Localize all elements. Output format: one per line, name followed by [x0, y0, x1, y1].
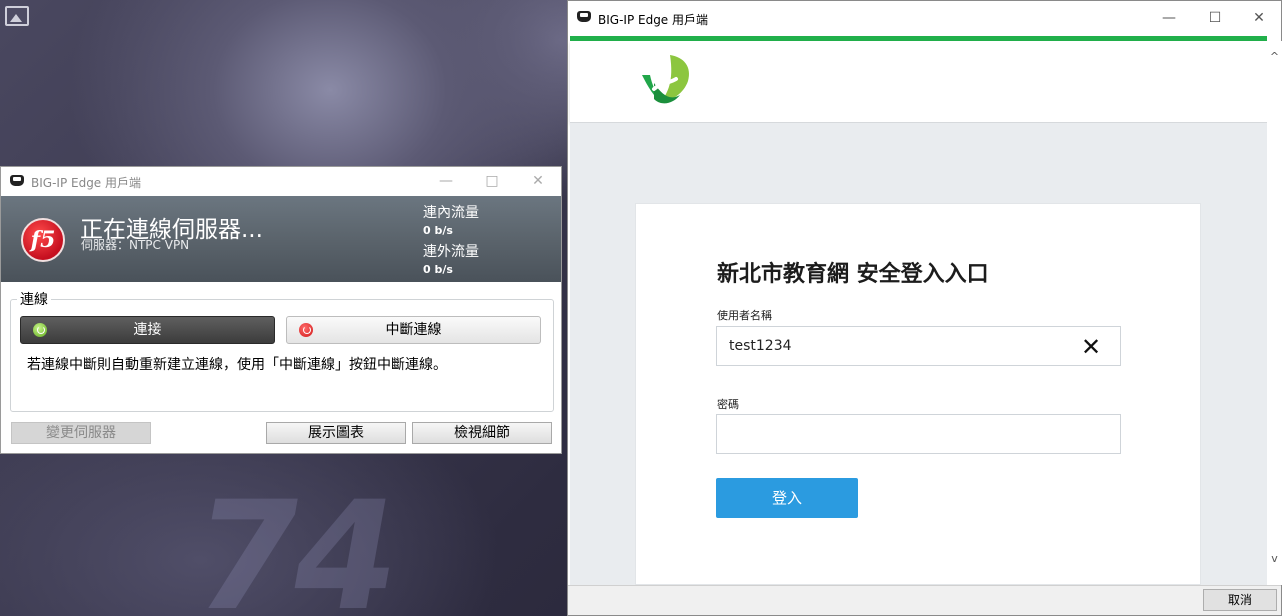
password-label: 密碼	[717, 398, 739, 411]
minimize-button[interactable]: —	[423, 167, 469, 196]
app-icon	[577, 11, 591, 22]
image-icon[interactable]	[5, 6, 29, 26]
site-header	[570, 41, 1267, 123]
maximize-button[interactable]: ☐	[1192, 1, 1238, 35]
view-details-button[interactable]: 檢視細節	[412, 422, 552, 444]
scroll-up-icon[interactable]: ^	[1267, 49, 1282, 65]
ntpc-edu-logo	[642, 55, 690, 104]
title-bar[interactable]: BIG-IP Edge 用戶端 — □ ✕	[1, 167, 561, 196]
f5-logo: f5	[21, 218, 65, 262]
login-window: BIG-IP Edge 用戶端 — ☐ ✕ 新北市教育網 安全登入入口 使用者名…	[567, 0, 1282, 616]
show-chart-button[interactable]: 展示圖表	[266, 422, 406, 444]
window-title: BIG-IP Edge 用戶端	[31, 176, 142, 190]
maximize-button[interactable]: □	[469, 167, 515, 196]
connect-label: 連接	[133, 322, 162, 338]
scroll-down-icon[interactable]: v	[1267, 551, 1282, 567]
wallpaper-numerals: 74	[179, 470, 408, 616]
close-button[interactable]: ✕	[515, 167, 561, 196]
username-field[interactable]	[716, 326, 1121, 366]
login-button[interactable]: 登入	[716, 478, 858, 518]
change-server-button[interactable]: 變更伺服器	[11, 422, 151, 444]
cancel-button[interactable]: 取消	[1203, 589, 1277, 611]
title-bar[interactable]: BIG-IP Edge 用戶端 — ☐ ✕	[568, 1, 1281, 35]
vertical-scrollbar[interactable]: ^ v	[1267, 41, 1282, 585]
disconnect-label: 中斷連線	[385, 322, 442, 338]
page-body: 新北市教育網 安全登入入口 使用者名稱 ✕ 密碼 登入	[570, 123, 1267, 585]
outbound-traffic-label: 連外流量	[423, 244, 479, 260]
outbound-traffic-value: 0 b/s	[423, 263, 453, 276]
server-name: 伺服器：NTPC VPN	[81, 238, 190, 252]
login-card: 新北市教育網 安全登入入口 使用者名稱 ✕ 密碼 登入	[635, 203, 1201, 585]
clear-icon[interactable]: ✕	[1078, 334, 1104, 360]
page-title: 新北市教育網 安全登入入口	[717, 262, 989, 287]
f5-client-window: BIG-IP Edge 用戶端 — □ ✕ f5 正在連線伺服器... 伺服器：…	[0, 166, 562, 454]
username-label: 使用者名稱	[717, 309, 772, 322]
minimize-button[interactable]: —	[1146, 1, 1192, 35]
power-off-icon	[299, 323, 313, 337]
dialog-footer: 取消	[568, 585, 1281, 615]
close-button[interactable]: ✕	[1236, 1, 1282, 35]
status-banner: f5 正在連線伺服器... 伺服器：NTPC VPN 連內流量 0 b/s 連外…	[1, 196, 561, 282]
disconnect-button[interactable]: 中斷連線	[286, 316, 541, 344]
power-icon	[33, 323, 47, 337]
inbound-traffic-label: 連內流量	[423, 205, 479, 221]
connect-button[interactable]: 連接	[20, 316, 275, 344]
reconnect-note: 若連線中斷則自動重新建立連線，使用「中斷連線」按鈕中斷連線。	[27, 357, 447, 373]
connection-group-label: 連線	[17, 289, 51, 309]
password-field[interactable]	[716, 414, 1121, 454]
window-title: BIG-IP Edge 用戶端	[598, 13, 709, 27]
inbound-traffic-value: 0 b/s	[423, 224, 453, 237]
app-icon	[10, 175, 24, 186]
